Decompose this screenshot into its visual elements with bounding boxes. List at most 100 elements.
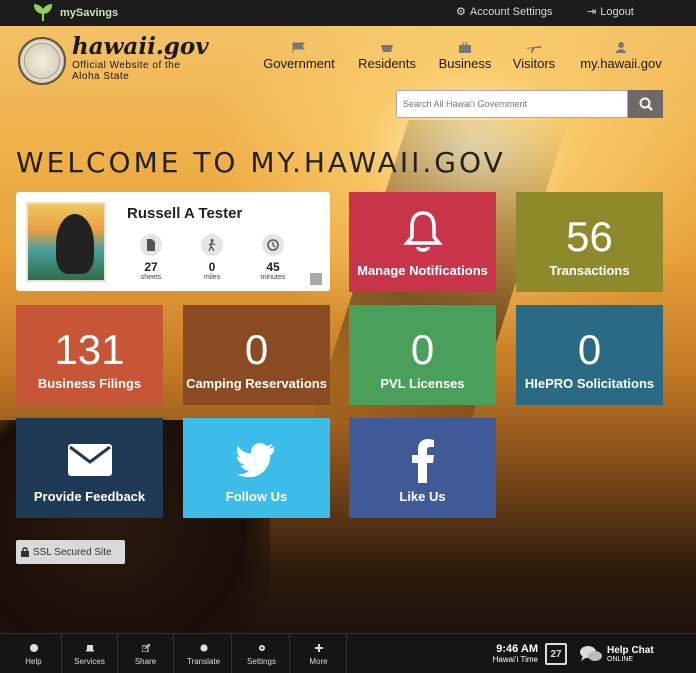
laptop-icon (85, 645, 94, 652)
chat-bubbles-icon (580, 646, 602, 661)
nav-government[interactable]: Government (261, 42, 337, 71)
plane-icon (527, 46, 541, 53)
logout-link[interactable]: ⇥ Logout (587, 5, 634, 19)
toolbar-share-label: Share (134, 657, 157, 666)
envelope-icon (67, 444, 112, 476)
account-settings-link[interactable]: ⚙ Account Settings (456, 5, 553, 19)
tile-camping-count: 0 (244, 326, 269, 373)
stat-sheets: 27 sheets (131, 234, 171, 281)
state-seal-logo[interactable] (18, 37, 66, 85)
toolbar-more-label: More (309, 657, 328, 666)
tile-pvl-licenses[interactable]: 0 PVL Licenses (349, 305, 496, 405)
mysavings-label: mySavings (60, 7, 119, 19)
nav-my-hawaii-label: my.hawaii.gov (580, 56, 662, 71)
share-icon (141, 644, 150, 652)
tile-camping-reservations[interactable]: 0 Camping Reservations (183, 305, 330, 405)
tile-business-filings[interactable]: 131 Business Filings (16, 305, 163, 405)
globe-icon (199, 644, 208, 652)
tile-pvl-label: PVL Licenses (380, 376, 465, 391)
calendar-date: 27 (550, 649, 562, 660)
twitter-icon (236, 443, 274, 477)
basket-icon (381, 45, 393, 52)
ssl-label: SSL Secured Site (33, 546, 112, 558)
logout-icon: ⇥ (587, 6, 597, 18)
site-logo-subtitle: Official Website of the Aloha State (72, 60, 181, 82)
avatar-silhouette (56, 214, 94, 274)
nav-visitors[interactable]: Visitors (511, 42, 557, 71)
toolbar-more[interactable]: More (291, 634, 347, 673)
nav-business[interactable]: Business (437, 42, 493, 71)
tile-twitter-label: Follow Us (225, 489, 288, 504)
nav-government-label: Government (263, 56, 335, 71)
search-button[interactable] (628, 90, 663, 118)
bottom-toolbar: Help Services Share Translate Settings M… (0, 633, 696, 673)
document-icon (147, 239, 155, 251)
search-icon (639, 97, 653, 111)
tile-provide-feedback-label: Provide Feedback (33, 489, 146, 504)
toolbar-translate-label: Translate (186, 657, 221, 666)
toolbar-translate[interactable]: Translate (176, 634, 232, 673)
plus-icon (314, 644, 323, 652)
tile-transactions-label: Transactions (549, 263, 630, 278)
stat-miles: 0 miles (192, 234, 232, 281)
toolbar-settings[interactable]: Settings (234, 634, 290, 673)
leaf-icon (33, 4, 53, 21)
user-icon (616, 42, 626, 53)
toolbar-share[interactable]: Share (118, 634, 174, 673)
nav-business-label: Business (438, 56, 492, 71)
ssl-secured-badge[interactable]: SSL Secured Site (16, 540, 125, 564)
gears-icon: ⚙ (456, 6, 466, 18)
clock-time: 9:46 AM (496, 643, 538, 655)
nav-residents[interactable]: Residents (357, 42, 417, 71)
tile-transactions[interactable]: 56 Transactions (516, 192, 663, 292)
clock-timezone: Hawaiʻi Time (492, 655, 538, 664)
nav-residents-label: Residents (358, 56, 416, 71)
tile-business-filings-count: 131 (54, 326, 125, 373)
tile-hiepro-solicitations[interactable]: 0 HIePRO Solicitations (516, 305, 663, 405)
help-chat-button[interactable]: Help Chat ONLINE (580, 641, 690, 667)
expand-icon[interactable] (310, 273, 322, 285)
stat-sheets-value: 27 (144, 260, 158, 274)
lock-icon (21, 547, 29, 557)
mysavings-link[interactable]: mySavings (32, 3, 118, 23)
flag-icon (292, 42, 305, 53)
page-title: WELCOME TO MY.HAWAII.GOV (16, 146, 506, 179)
tile-manage-notifications-label: Manage Notifications (357, 263, 488, 278)
tile-manage-notifications[interactable]: Manage Notifications (349, 192, 496, 292)
facebook-icon (411, 439, 434, 483)
toolbar-services[interactable]: Services (62, 634, 118, 673)
toolbar-settings-label: Settings (247, 657, 276, 666)
account-settings-label: Account Settings (469, 5, 553, 18)
site-logo-title[interactable]: hawaii.gov (72, 33, 209, 60)
search-input[interactable] (396, 90, 628, 118)
tile-twitter-follow[interactable]: Follow Us (183, 418, 330, 518)
tile-hiepro-count: 0 (577, 326, 602, 373)
tile-camping-label: Camping Reservations (186, 376, 327, 391)
calendar-icon[interactable]: 27 (545, 643, 567, 665)
tile-facebook-label: Like Us (399, 489, 446, 504)
clock-icon (267, 239, 279, 251)
tile-pvl-count: 0 (410, 326, 435, 373)
tile-hiepro-label: HIePRO Solicitations (524, 376, 655, 391)
logout-label: Logout (600, 5, 634, 18)
avatar (26, 202, 106, 282)
stat-miles-unit: miles (203, 274, 221, 281)
stat-minutes: 45 minutes (253, 234, 293, 281)
help-chat-label: Help Chat (607, 645, 654, 656)
walking-icon (208, 239, 216, 251)
toolbar-services-label: Services (74, 657, 105, 666)
tile-provide-feedback[interactable]: Provide Feedback (16, 418, 163, 518)
nav-visitors-label: Visitors (512, 56, 556, 71)
tile-transactions-count: 56 (566, 213, 613, 260)
stat-sheets-unit: sheets (140, 274, 162, 281)
profile-card[interactable]: Russell A Tester 27 sheets 0 miles 45 mi… (16, 192, 330, 291)
briefcase-icon (459, 42, 471, 53)
help-chat-status: ONLINE (607, 656, 634, 663)
tile-facebook-like[interactable]: Like Us (349, 418, 496, 518)
nav-my-hawaii[interactable]: my.hawaii.gov (577, 42, 665, 71)
profile-name: Russell A Tester (127, 205, 243, 222)
toolbar-help-label: Help (25, 657, 42, 666)
clock-display: 9:46 AM Hawaiʻi Time (488, 643, 538, 664)
toolbar-help[interactable]: Help (6, 634, 62, 673)
stat-minutes-value: 45 (266, 260, 280, 274)
